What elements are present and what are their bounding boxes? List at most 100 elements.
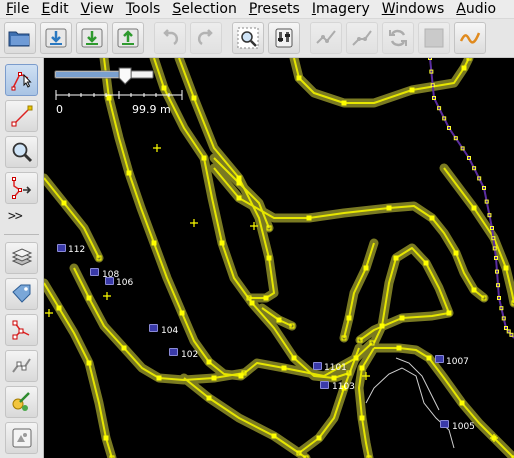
way-vertex[interactable]	[236, 180, 242, 186]
way-vertex[interactable]	[393, 255, 399, 261]
way-vertex[interactable]	[271, 433, 277, 439]
way-vertex[interactable]	[263, 295, 269, 301]
way-vertex[interactable]	[291, 355, 297, 361]
open-button[interactable]	[4, 22, 36, 54]
reverse-way-button[interactable]	[382, 22, 414, 54]
way-vertex[interactable]	[86, 295, 92, 301]
way-vertex[interactable]	[236, 195, 242, 201]
way-vertex[interactable]	[346, 315, 352, 321]
way-vertex[interactable]	[151, 240, 157, 246]
way-vertex[interactable]	[86, 360, 92, 366]
node-icon[interactable]	[149, 324, 158, 332]
more-tools-toggle[interactable]: >>	[8, 209, 23, 224]
way-vertex[interactable]	[103, 435, 109, 441]
way-vertex[interactable]	[363, 265, 369, 271]
node-icon[interactable]	[105, 277, 114, 285]
way-vertex[interactable]	[446, 310, 452, 316]
node-icon[interactable]	[440, 420, 449, 428]
preferences-button[interactable]	[268, 22, 300, 54]
node-icon[interactable]	[320, 381, 329, 389]
undo-button[interactable]	[154, 22, 186, 54]
upload-button[interactable]	[112, 22, 144, 54]
way-vertex[interactable]	[306, 215, 312, 221]
map-canvas[interactable]	[44, 58, 514, 458]
way-vertex[interactable]	[359, 415, 365, 421]
simplify-way-button[interactable]	[454, 22, 486, 54]
relation-panel-button[interactable]	[5, 314, 38, 346]
menu-windows[interactable]: Windows	[376, 0, 451, 18]
menu-imagery[interactable]: Imagery	[306, 0, 376, 18]
zoom-to-selection-button[interactable]	[232, 22, 264, 54]
split-way-button[interactable]	[310, 22, 342, 54]
node-icon[interactable]	[90, 268, 99, 276]
node-icon[interactable]	[435, 355, 444, 363]
download-data-button[interactable]	[76, 22, 108, 54]
way-vertex[interactable]	[503, 265, 509, 271]
improve-way-tool-button[interactable]	[5, 172, 38, 204]
way-vertex[interactable]	[386, 205, 392, 211]
way-vertex[interactable]	[211, 375, 217, 381]
map-view[interactable]: 0 99.9 m 112 108 106 104 102 1101 1103 1…	[44, 58, 514, 458]
menu-file[interactable]: File	[0, 0, 35, 18]
map-paint-panel-button[interactable]	[5, 386, 38, 418]
way-vertex[interactable]	[191, 95, 197, 101]
way-vertex[interactable]	[461, 65, 467, 71]
way-vertex[interactable]	[316, 435, 322, 441]
way-vertex[interactable]	[296, 75, 302, 81]
way-vertex[interactable]	[206, 359, 212, 365]
way-vertex[interactable]	[331, 375, 337, 381]
way-vertex[interactable]	[106, 95, 112, 101]
tags-panel-button[interactable]	[5, 278, 38, 310]
way-vertex[interactable]	[459, 400, 465, 406]
way-vertex[interactable]	[161, 85, 167, 91]
way-vertex[interactable]	[341, 100, 347, 106]
way-vertex[interactable]	[396, 345, 402, 351]
menu-tools[interactable]: Tools	[120, 0, 167, 18]
way-vertex[interactable]	[201, 155, 207, 161]
select-tool-button[interactable]	[5, 64, 38, 96]
way-vertex[interactable]	[121, 345, 127, 351]
way-vertex[interactable]	[471, 205, 477, 211]
way-vertex[interactable]	[61, 200, 67, 206]
menu-edit[interactable]: Edit	[35, 0, 74, 18]
redo-button[interactable]	[190, 22, 222, 54]
way-vertex[interactable]	[353, 355, 359, 361]
way-vertex[interactable]	[426, 355, 432, 361]
layers-panel-button[interactable]	[5, 242, 38, 274]
reverse-way-icon	[389, 29, 407, 47]
way-vertex[interactable]	[281, 365, 287, 371]
way-vertex[interactable]	[156, 375, 162, 381]
area-button[interactable]	[418, 22, 450, 54]
way-vertex[interactable]	[219, 240, 225, 246]
selection-list-panel-button[interactable]	[5, 350, 38, 382]
menu-view[interactable]: View	[75, 0, 120, 18]
way-vertex[interactable]	[179, 310, 185, 316]
node-icon[interactable]	[169, 348, 178, 356]
layers-icon	[11, 248, 32, 266]
way-vertex[interactable]	[276, 317, 282, 323]
combine-way-button[interactable]	[346, 22, 378, 54]
way-vertex[interactable]	[236, 175, 242, 181]
way-vertex[interactable]	[471, 287, 477, 293]
way-vertex[interactable]	[409, 87, 415, 93]
way-vertex[interactable]	[359, 365, 365, 371]
way-vertex[interactable]	[126, 170, 132, 176]
zoom-tool-button[interactable]	[5, 136, 38, 168]
menu-presets[interactable]: Presets	[243, 0, 306, 18]
node-icon[interactable]	[57, 244, 66, 252]
download-map-button[interactable]	[40, 22, 72, 54]
way-vertex[interactable]	[423, 260, 429, 266]
way-vertex[interactable]	[206, 395, 212, 401]
node-icon[interactable]	[313, 362, 322, 370]
draw-tool-button[interactable]	[5, 100, 38, 132]
way-vertex[interactable]	[266, 255, 272, 261]
menu-audio[interactable]: Audio	[450, 0, 502, 18]
way-vertex[interactable]	[249, 300, 255, 306]
way-vertex[interactable]	[399, 315, 405, 321]
way-vertex[interactable]	[379, 323, 385, 329]
way-vertex[interactable]	[429, 215, 435, 221]
way-vertex[interactable]	[453, 250, 459, 256]
menu-selection[interactable]: Selection	[166, 0, 243, 18]
way-vertex[interactable]	[56, 305, 62, 311]
history-panel-button[interactable]	[5, 422, 38, 454]
